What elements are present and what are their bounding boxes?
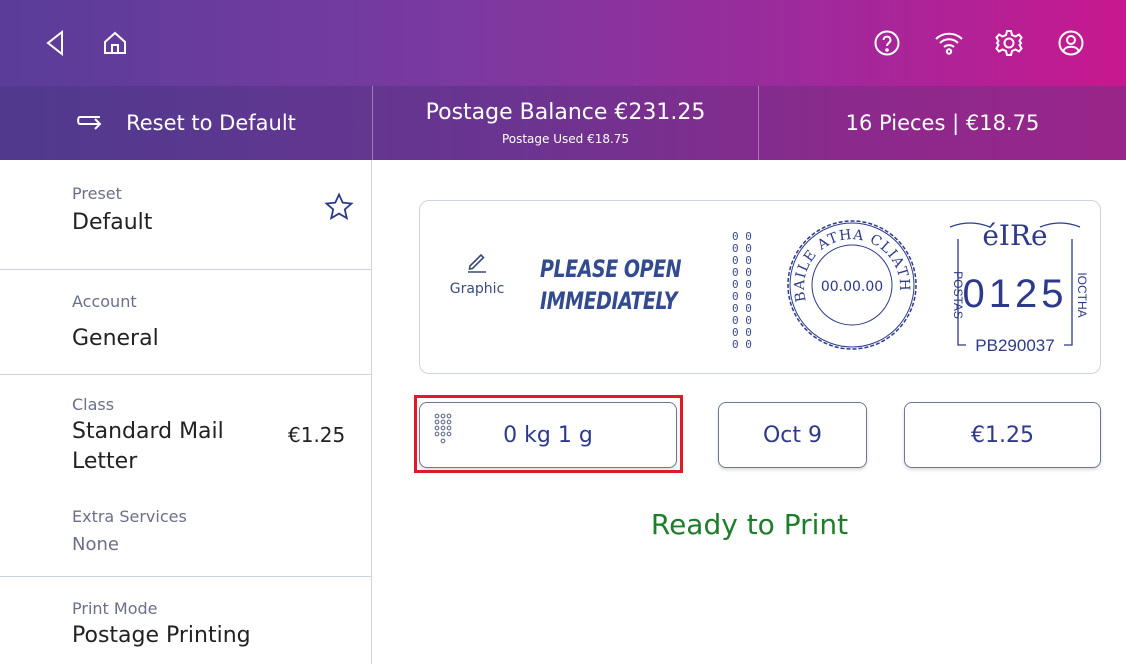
sidebar-item-class[interactable]: Class Standard Mail Letter €1.25 Extra S… xyxy=(0,375,372,577)
graphic-edit-button[interactable]: Graphic xyxy=(442,249,512,297)
indicia-preview: Graphic PLEASE OPEN IMMEDIATELY 0 0 0 0 … xyxy=(419,200,1101,374)
date-button[interactable]: Oct 9 xyxy=(718,402,867,468)
sidebar-item-print-mode[interactable]: Print Mode Postage Printing xyxy=(0,577,372,664)
postage-used-label: Postage Used €18.75 xyxy=(501,132,630,146)
postage-balance-label: Postage Balance €231.25 xyxy=(425,100,706,125)
help-icon[interactable] xyxy=(868,24,906,62)
meter-id: PB290037 xyxy=(975,336,1054,355)
extra-services-label: Extra Services xyxy=(72,507,187,526)
message-line2: IMMEDIATELY xyxy=(540,287,678,315)
message-line1: PLEASE OPEN xyxy=(540,255,682,283)
account-label: Account xyxy=(72,292,137,311)
main-panel: Graphic PLEASE OPEN IMMEDIATELY 0 0 0 0 … xyxy=(373,160,1126,664)
star-icon[interactable] xyxy=(324,192,354,226)
class-price: €1.25 xyxy=(288,423,346,447)
home-icon[interactable] xyxy=(96,24,134,62)
back-icon[interactable] xyxy=(36,24,74,62)
postage-frank: éIRe 0125 PB290037 POSTAS IOCTHA xyxy=(940,215,1090,361)
indicia-message: PLEASE OPEN IMMEDIATELY xyxy=(540,253,682,317)
sidebar-item-account[interactable]: Account General xyxy=(0,270,372,375)
postmark-stamp: BAILE ATHA CLIATH 00.00.00 xyxy=(782,215,922,359)
pieces-label: 16 Pieces | €18.75 xyxy=(845,111,1040,135)
ioctha-vertical: IOCTHA xyxy=(1075,272,1089,317)
action-bar: Reset to Default Postage Balance €231.25… xyxy=(0,86,1126,160)
amount-value: €1.25 xyxy=(971,422,1034,448)
class-value-line2: Letter xyxy=(72,449,138,474)
sidebar-item-preset[interactable]: Preset Default xyxy=(0,160,372,270)
barcode-dots: 0 0 0 0 0 0 0 0 0 0 0 0 0 0 0 0 0 0 0 0 xyxy=(732,230,752,351)
wifi-icon[interactable] xyxy=(930,24,968,62)
postage-value: 0125 xyxy=(963,272,1068,316)
account-icon[interactable] xyxy=(1052,24,1090,62)
postage-balance[interactable]: Postage Balance €231.25 Postage Used €18… xyxy=(373,86,758,160)
class-label: Class xyxy=(72,395,115,414)
postas-vertical: POSTAS xyxy=(951,271,965,319)
status-message: Ready to Print xyxy=(650,508,849,541)
country-name: éIRe xyxy=(982,219,1047,252)
print-mode-label: Print Mode xyxy=(72,599,158,618)
reset-to-default-button[interactable]: Reset to Default xyxy=(0,86,372,160)
preset-label: Preset xyxy=(72,184,122,203)
class-value-line1: Standard Mail xyxy=(72,419,224,444)
date-value: Oct 9 xyxy=(762,422,823,448)
print-mode-value: Postage Printing xyxy=(72,623,251,648)
extra-services-value: None xyxy=(72,534,119,555)
highlight-box xyxy=(414,395,683,473)
preset-value: Default xyxy=(72,210,153,235)
graphic-label: Graphic xyxy=(449,281,505,297)
pieces-counter[interactable]: 16 Pieces | €18.75 xyxy=(759,86,1126,160)
settings-sidebar: Preset Default Account General Class Sta… xyxy=(0,160,372,664)
top-status-bar xyxy=(0,0,1126,86)
settings-icon[interactable] xyxy=(990,24,1028,62)
pencil-icon xyxy=(465,253,489,277)
postmark-date: 00.00.00 xyxy=(821,279,883,295)
reset-arrow-icon xyxy=(76,111,126,135)
account-value: General xyxy=(72,326,159,351)
reset-label: Reset to Default xyxy=(126,111,296,135)
postage-amount-button[interactable]: €1.25 xyxy=(904,402,1101,468)
